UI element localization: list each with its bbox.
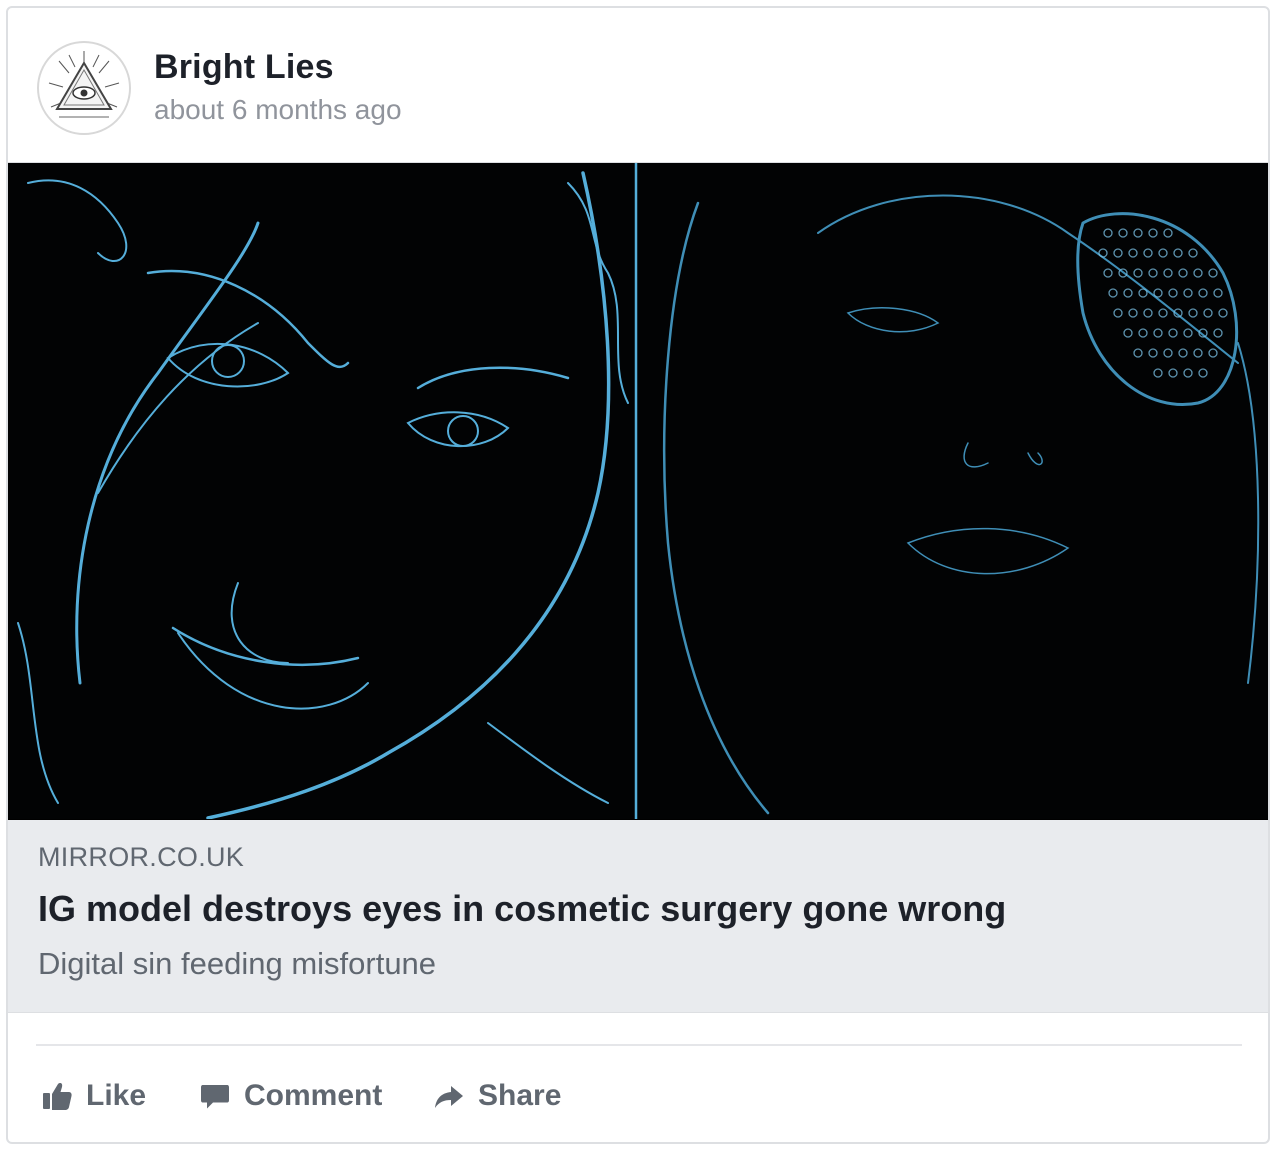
share-label: Share	[478, 1079, 562, 1112]
share-arrow-icon	[432, 1079, 466, 1113]
post-header: Bright Lies about 6 months ago	[8, 8, 1268, 162]
like-button[interactable]: Like	[40, 1068, 146, 1124]
link-domain: MIRROR.CO.UK	[38, 842, 245, 872]
thumbnail-artwork	[8, 163, 1268, 819]
eye-of-providence-icon	[48, 51, 120, 118]
page-avatar[interactable]	[37, 41, 131, 135]
like-label: Like	[86, 1079, 147, 1112]
comment-label: Comment	[244, 1079, 383, 1112]
link-title[interactable]: IG model destroys eyes in cosmetic surge…	[38, 888, 1006, 930]
page-name[interactable]: Bright Lies	[154, 48, 334, 87]
article-thumbnail-image[interactable]	[8, 162, 1268, 820]
post-timestamp[interactable]: about 6 months ago	[154, 94, 402, 126]
comment-button[interactable]: Comment	[198, 1068, 382, 1124]
link-preview[interactable]: MIRROR.CO.UK IG model destroys eyes in c…	[8, 820, 1268, 1013]
thumbs-up-icon	[40, 1079, 74, 1113]
actions-divider	[36, 1044, 1242, 1046]
speech-bubble-icon	[198, 1079, 232, 1113]
link-description: Digital sin feeding misfortune	[38, 946, 437, 981]
post-actions: Like Comment Share	[8, 1068, 1268, 1128]
share-button[interactable]: Share	[432, 1068, 561, 1124]
post-card: Bright Lies about 6 months ago MIRROR.CO…	[6, 6, 1270, 1144]
